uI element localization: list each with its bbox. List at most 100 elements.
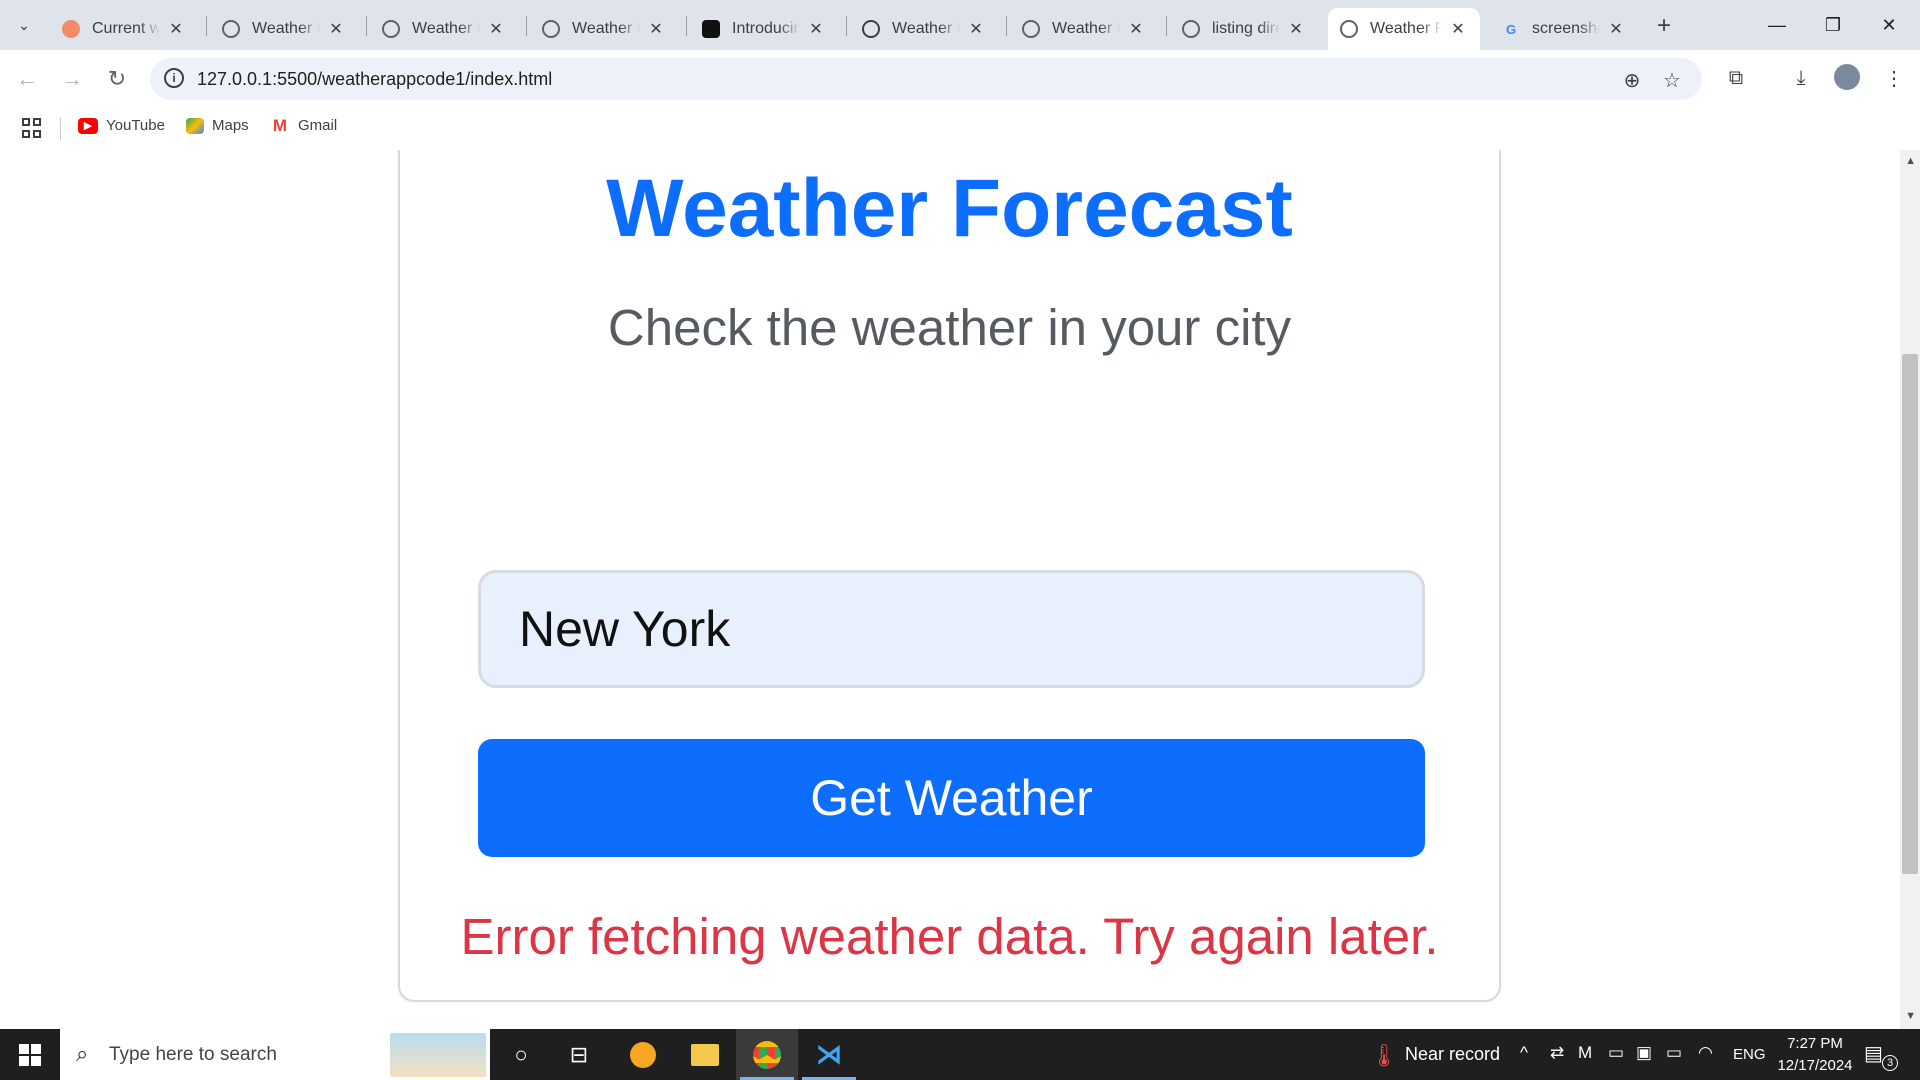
chrome-icon[interactable] <box>736 1029 798 1080</box>
tab-1[interactable]: Weather Fo ✕ <box>210 8 358 50</box>
tab-separator <box>686 16 687 36</box>
scroll-up-arrow-icon[interactable]: ▲ <box>1905 155 1916 167</box>
chevron-down-icon: ⌄ <box>18 16 30 33</box>
tab-5[interactable]: Weather Fo ✕ <box>850 8 998 50</box>
close-icon[interactable]: ✕ <box>486 19 506 39</box>
tab-separator <box>206 16 207 36</box>
bookmarks-bar: ▶ YouTube Maps M Gmail <box>0 108 1920 150</box>
meet-icon[interactable]: ▭ <box>1608 1043 1624 1063</box>
taskbar-search[interactable]: ⌕ Type here to search <box>60 1029 490 1080</box>
tab-2[interactable]: Weather Fo ✕ <box>370 8 518 50</box>
bookmark-label: Gmail <box>298 117 338 134</box>
close-icon[interactable]: ✕ <box>806 19 826 39</box>
download-icon[interactable]: ⤓ <box>1787 64 1815 92</box>
get-weather-button[interactable]: Get Weather <box>478 739 1425 857</box>
url-text[interactable]: 127.0.0.1:5500/weatherappcode1/index.htm… <box>197 69 552 90</box>
tab-separator <box>366 16 367 36</box>
battery-icon[interactable]: ▭ <box>1666 1043 1682 1063</box>
wifi-icon[interactable]: ◠ <box>1698 1043 1713 1063</box>
notification-icon: ▤ <box>1864 1043 1883 1065</box>
bookmark-gmail[interactable]: M Gmail <box>270 116 338 135</box>
globe-icon <box>382 20 400 38</box>
search-icon: ⌕ <box>76 1041 89 1066</box>
info-icon[interactable]: i <box>164 68 184 88</box>
close-icon[interactable]: ✕ <box>1286 19 1306 39</box>
search-highlight-image <box>390 1033 486 1077</box>
tab-7[interactable]: listing dire ✕ <box>1170 8 1318 50</box>
app-logo-icon <box>62 20 80 38</box>
minimize-button[interactable]: — <box>1754 8 1800 42</box>
vscode-icon[interactable]: ⋊ <box>798 1029 860 1080</box>
star-icon[interactable]: ☆ <box>1660 68 1684 92</box>
notification-button[interactable]: ▤ 3 <box>1864 1041 1898 1071</box>
clock-date: 12/17/2024 <box>1777 1057 1853 1074</box>
notification-count: 3 <box>1882 1055 1898 1071</box>
reload-button[interactable]: ↻ <box>102 64 132 94</box>
page-subtitle: Check the weather in your city <box>607 299 1292 356</box>
restore-button[interactable]: ❐ <box>1810 8 1856 42</box>
close-window-button[interactable]: ✕ <box>1866 8 1912 42</box>
display-icon[interactable]: ▣ <box>1636 1043 1652 1063</box>
close-icon[interactable]: ✕ <box>1448 19 1468 39</box>
tab-title: Weather Fo <box>1370 20 1442 37</box>
address-bar[interactable]: i 127.0.0.1:5500/weatherappcode1/index.h… <box>150 58 1702 100</box>
tab-title: Current we <box>92 20 160 37</box>
tab-8-active[interactable]: Weather Fo ✕ <box>1328 8 1480 50</box>
tab-separator <box>1166 16 1167 36</box>
new-tab-button[interactable]: + <box>1650 12 1678 40</box>
zoom-icon[interactable]: ⊕ <box>1620 68 1644 92</box>
bookmark-maps[interactable]: Maps <box>186 117 249 134</box>
bookmark-label: Maps <box>212 117 249 134</box>
close-icon[interactable]: ✕ <box>326 19 346 39</box>
scroll-down-arrow-icon[interactable]: ▼ <box>1905 1010 1916 1022</box>
avatar[interactable] <box>1834 64 1860 90</box>
arrow-left-icon: ← <box>16 66 38 91</box>
extensions-icon[interactable]: ⧉ <box>1722 64 1750 92</box>
openai-icon <box>702 20 720 38</box>
tab-separator <box>846 16 847 36</box>
minimize-icon: — <box>1768 14 1786 35</box>
weather-card: Weather Forecast Check the weather in yo… <box>398 150 1501 1002</box>
tab-4[interactable]: Introducing ✕ <box>690 8 838 50</box>
tab-title: Weather Fo <box>572 20 640 37</box>
chevron-up-icon[interactable]: ^ <box>1520 1043 1528 1063</box>
tab-0[interactable]: Current we ✕ <box>50 8 198 50</box>
back-button[interactable]: ← <box>12 64 42 94</box>
tab-search-button[interactable]: ⌄ <box>10 11 38 39</box>
city-input[interactable] <box>478 570 1425 688</box>
clock[interactable]: 7:27 PM 12/17/2024 <box>1760 1033 1870 1077</box>
scrollbar-thumb[interactable] <box>1902 354 1918 874</box>
close-icon[interactable]: ✕ <box>966 19 986 39</box>
file-explorer-icon[interactable] <box>674 1029 736 1080</box>
app-tray-icon[interactable]: M <box>1578 1043 1592 1063</box>
forward-button[interactable]: → <box>57 64 87 94</box>
close-icon[interactable]: ✕ <box>646 19 666 39</box>
close-icon[interactable]: ✕ <box>1606 19 1626 39</box>
apps-grid-icon[interactable] <box>22 118 42 138</box>
bookmark-label: YouTube <box>106 117 165 134</box>
tab-separator <box>526 16 527 36</box>
tab-title: Weather Fo <box>1052 20 1120 37</box>
tab-6[interactable]: Weather Fo ✕ <box>1010 8 1158 50</box>
menu-icon[interactable]: ⋮ <box>1880 64 1908 92</box>
tab-3[interactable]: Weather Fo ✕ <box>530 8 678 50</box>
thermometer-icon[interactable]: 🌡 <box>1370 1043 1398 1069</box>
tab-strip: ⌄ Current we ✕ Weather Fo ✕ Weather Fo ✕… <box>0 0 1920 50</box>
tab-9[interactable]: G screenshot ✕ <box>1490 8 1638 50</box>
tab-title: listing dire <box>1212 20 1280 37</box>
cortana-icon[interactable]: ○ <box>490 1029 552 1080</box>
close-icon[interactable]: ✕ <box>166 19 186 39</box>
bookmark-youtube[interactable]: ▶ YouTube <box>78 117 165 134</box>
google-icon: G <box>1505 21 1517 37</box>
browser-app-icon[interactable] <box>612 1029 674 1080</box>
tab-title: Weather Fo <box>412 20 480 37</box>
sync-icon[interactable]: ⇄ <box>1550 1043 1564 1063</box>
weather-status[interactable]: Near record <box>1405 1044 1500 1065</box>
task-view-icon[interactable]: ⊟ <box>548 1029 610 1080</box>
restore-icon: ❐ <box>1824 14 1842 35</box>
browser-toolbar: ← → ↻ i 127.0.0.1:5500/weatherappcode1/i… <box>0 50 1920 108</box>
reload-icon: ↻ <box>107 66 127 91</box>
plus-icon: + <box>1656 12 1671 39</box>
close-icon[interactable]: ✕ <box>1126 19 1146 39</box>
start-button[interactable] <box>0 1029 60 1080</box>
